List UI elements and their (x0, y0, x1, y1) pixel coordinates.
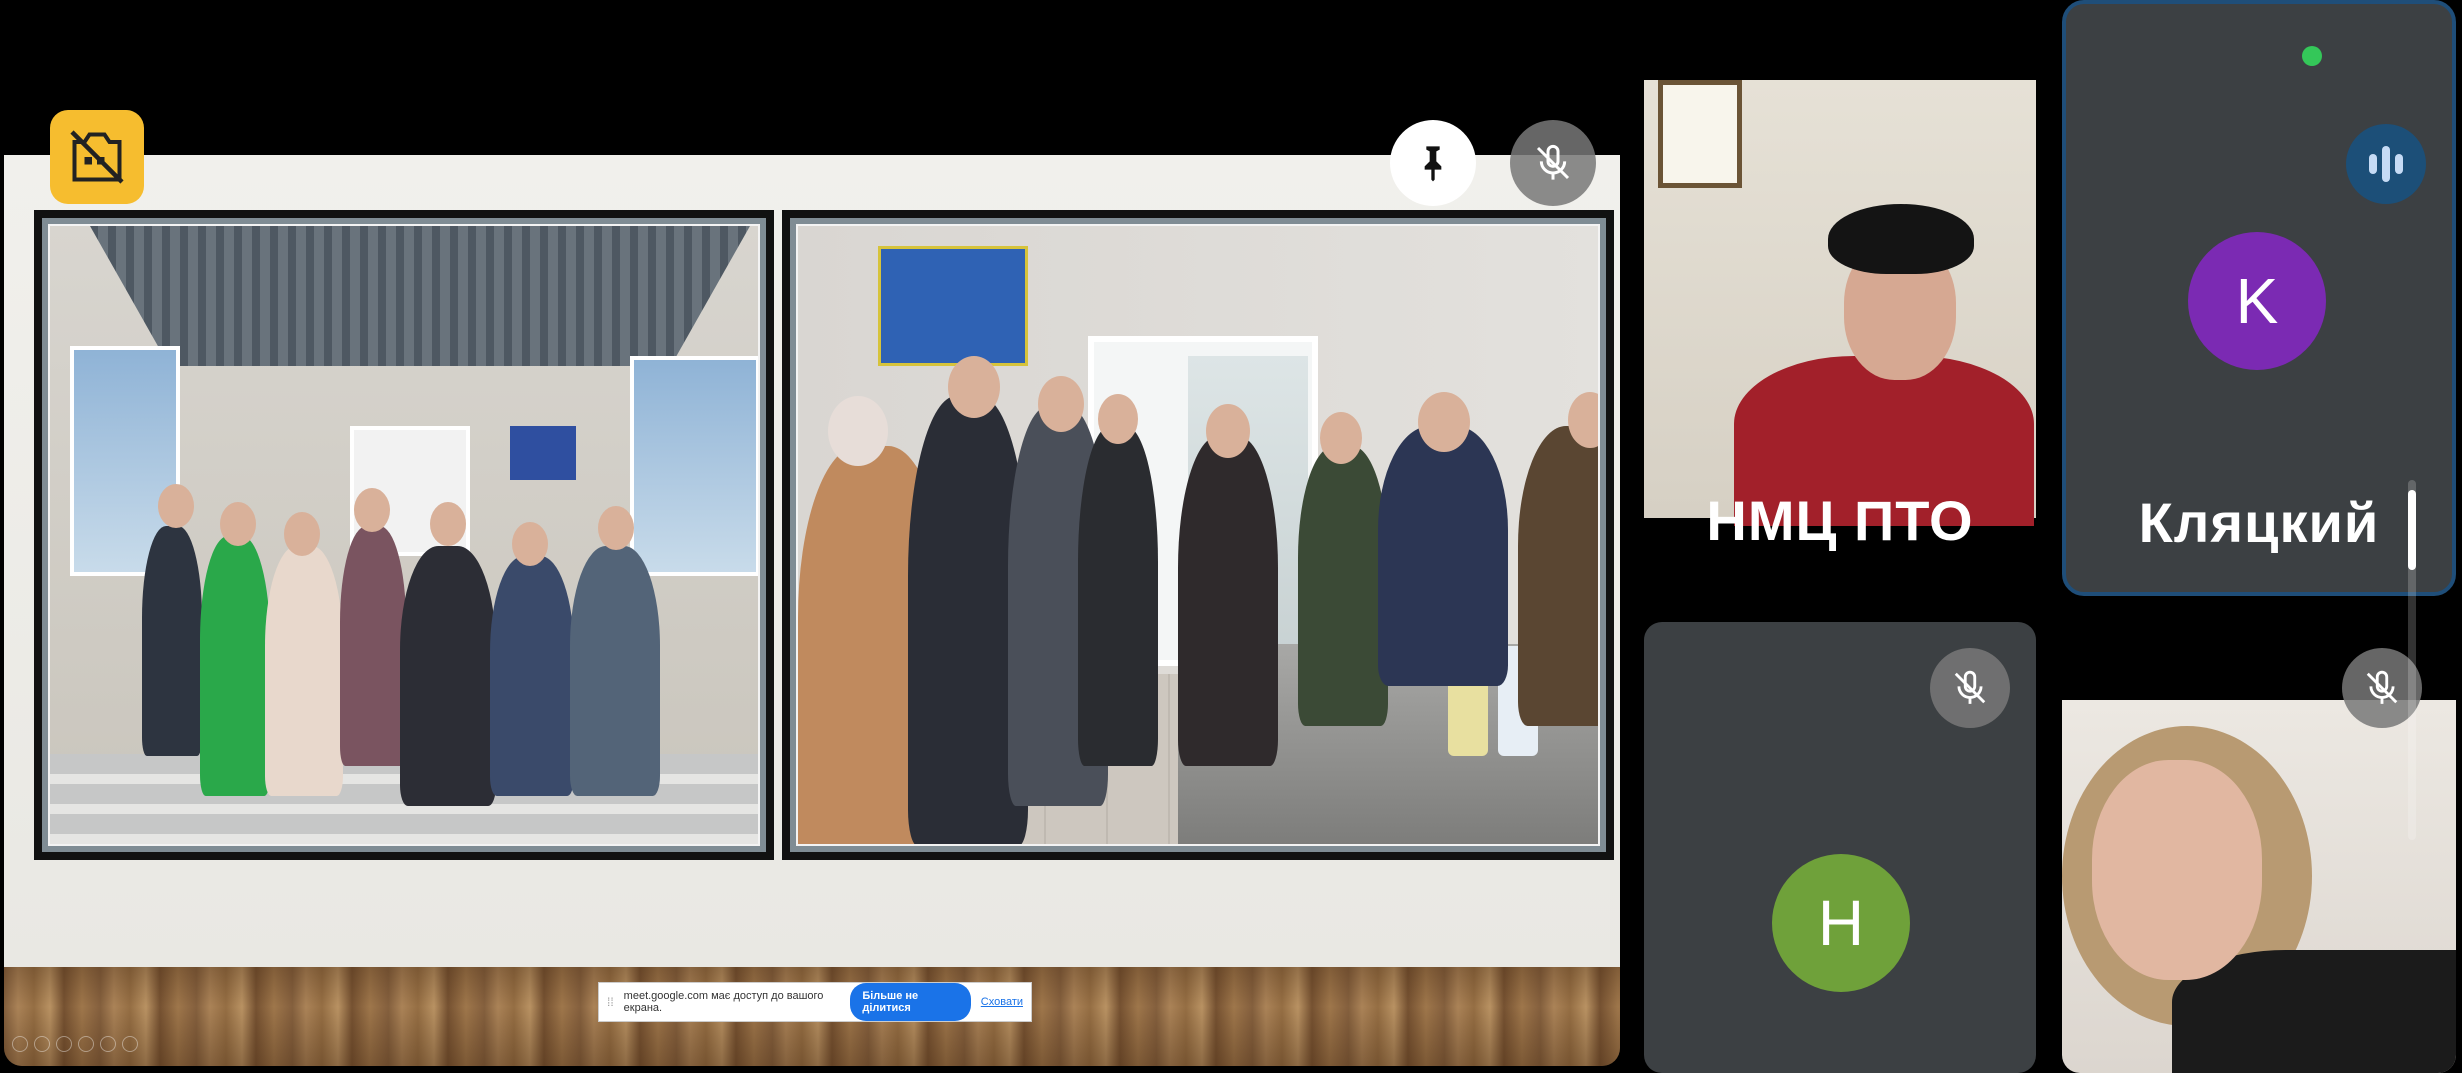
more-icon[interactable] (122, 1036, 138, 1052)
participant-video (1644, 80, 2036, 526)
camera-off-icon (50, 110, 144, 204)
shared-slide (4, 155, 1620, 967)
presence-indicator (2302, 46, 2322, 66)
participant-video (2062, 700, 2456, 1073)
hide-link[interactable]: Сховати (981, 996, 1023, 1008)
slide-navigation (12, 1036, 138, 1052)
participant-tile[interactable] (2062, 622, 2456, 1073)
scrollbar-thumb[interactable] (2408, 490, 2416, 570)
video-letterbox (4, 0, 1620, 155)
participant-tile[interactable]: НМЦ ПТО (1644, 0, 2036, 596)
mic-off-icon[interactable] (1510, 120, 1596, 206)
slide-photo-kitchen (782, 210, 1614, 860)
stop-sharing-button[interactable]: Більше не ділитися (850, 983, 971, 1021)
slides-icon[interactable] (78, 1036, 94, 1052)
audio-level-icon (2346, 124, 2426, 204)
avatar: K (2188, 232, 2326, 370)
slide-photo-building (34, 210, 774, 860)
prev-slide-icon[interactable] (12, 1036, 28, 1052)
drag-handle-icon[interactable]: ⁞⁞ (607, 995, 614, 1009)
zoom-icon[interactable] (100, 1036, 116, 1052)
participant-tile[interactable]: H (1644, 622, 2036, 1073)
share-message: meet.google.com має доступ до вашого екр… (623, 990, 824, 1014)
avatar: H (1772, 854, 1910, 992)
participant-tile-active[interactable]: K Кляцкий (2062, 0, 2456, 596)
pin-icon[interactable] (1390, 120, 1476, 206)
screen-share-notice: ⁞⁞ meet.google.com має доступ до вашого … (598, 982, 1032, 1022)
participant-name: НМЦ ПТО (1706, 489, 1974, 552)
edit-icon[interactable] (56, 1036, 72, 1052)
participants-scrollbar[interactable] (2408, 480, 2416, 840)
participant-name: Кляцкий (2138, 491, 2380, 554)
presentation-tile[interactable]: ⁞⁞ meet.google.com має доступ до вашого … (4, 0, 1620, 1066)
mic-off-icon (1930, 648, 2010, 728)
meet-stage: ⁞⁞ meet.google.com має доступ до вашого … (0, 0, 2462, 1073)
next-slide-icon[interactable] (34, 1036, 50, 1052)
